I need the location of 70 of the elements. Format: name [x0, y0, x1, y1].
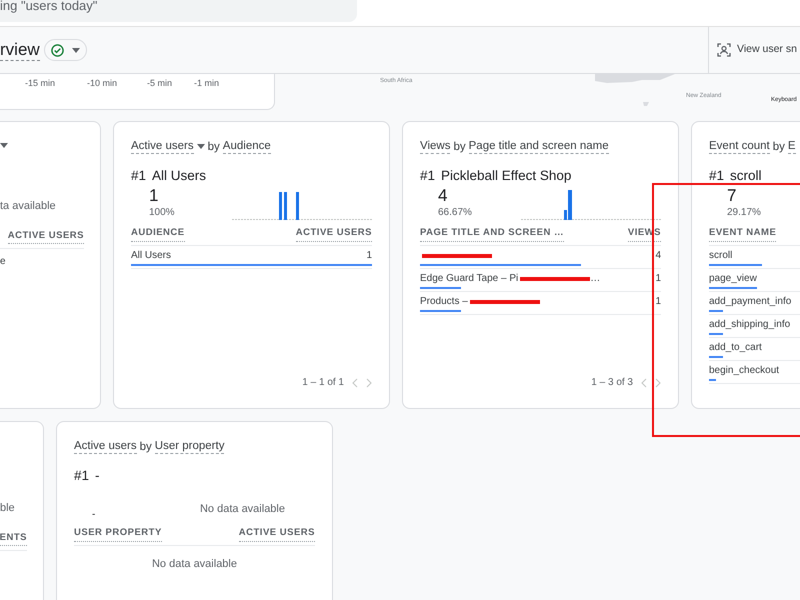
time-axis-label: -15 min	[25, 78, 56, 88]
rank-label: #1	[131, 167, 146, 185]
search-field[interactable]: ing "users today"	[0, 0, 357, 22]
row-label: add_payment_info	[709, 296, 792, 308]
rank-label: #1	[420, 167, 436, 185]
row-label: All Users	[131, 250, 172, 262]
time-axis-label: -10 min	[87, 78, 118, 88]
top-item-value: -	[92, 510, 96, 520]
status-chip[interactable]	[44, 39, 87, 61]
row-label: add_shipping_info	[709, 318, 790, 330]
dimension-label[interactable]: User property	[154, 439, 224, 454]
row-label: add_to_cart	[709, 342, 762, 354]
row-label: e	[0, 254, 7, 269]
next-page-icon[interactable]	[366, 378, 372, 388]
column-header[interactable]: EVENT NAME	[709, 226, 776, 242]
column-header[interactable]: PAGE TITLE AND SCREEN …	[420, 226, 564, 242]
row-value: 1	[655, 272, 661, 284]
metric-label[interactable]: Active users	[74, 439, 137, 454]
pagination-label: 1 – 3 of 3	[591, 376, 633, 390]
top-item-name: scroll	[730, 167, 762, 185]
top-item-name: Pickleball Effect Shop	[441, 167, 572, 185]
title-connector: by	[772, 140, 785, 154]
rank-label: #1	[709, 167, 724, 185]
column-header[interactable]: AUDIENCE	[131, 226, 185, 242]
share-percent: 66.67%	[438, 206, 472, 220]
rank-label: #1	[74, 467, 90, 485]
row-label: page_view	[709, 272, 757, 284]
column-header[interactable]: ACTIVE USERS	[238, 526, 315, 542]
view-user-snapshot-button[interactable]: View user sn	[708, 27, 800, 73]
no-data-message: No data available	[150, 556, 238, 572]
column-header[interactable]: ACTIVE USERS	[296, 226, 372, 242]
row-label: scroll	[709, 250, 732, 262]
row-value: 1	[366, 250, 372, 262]
no-data-message: ble	[0, 501, 16, 516]
column-header[interactable]: USER PROPERTY	[74, 526, 162, 542]
metric-label[interactable]: Active users	[131, 139, 194, 154]
dimension-label[interactable]: E	[788, 139, 796, 154]
top-item-value: 1	[149, 187, 160, 206]
user-frame-icon	[717, 43, 731, 57]
page-title: rview	[0, 40, 40, 60]
time-axis-label: -5 min	[147, 78, 172, 88]
metric-label[interactable]: Views	[420, 139, 450, 154]
no-data-message: No data available	[200, 502, 285, 517]
metric-label[interactable]: Event count	[709, 139, 770, 154]
previous-page-icon[interactable]	[352, 378, 358, 388]
pagination-label: 1 – 1 of 1	[302, 376, 344, 390]
no-data-message: ta available	[0, 199, 57, 214]
title-connector: by	[140, 440, 152, 454]
row-label: Products –	[420, 296, 468, 308]
title-connector: by	[453, 140, 466, 154]
column-header[interactable]: ENTS	[0, 530, 27, 546]
title-connector: by	[208, 140, 220, 154]
share-percent: 100%	[149, 206, 175, 220]
row-value: 1	[655, 296, 661, 308]
dimension-label[interactable]: Audience	[222, 139, 271, 154]
row-value: 4	[655, 250, 661, 262]
next-page-icon[interactable]	[655, 378, 661, 388]
top-item-name: -	[95, 467, 100, 485]
top-item-value: 4	[438, 187, 448, 206]
time-axis-label: -1 min	[194, 78, 220, 88]
dimension-label[interactable]: Page title and screen name	[468, 139, 609, 154]
ellipsis: …	[590, 272, 600, 284]
row-label: Edge Guard Tape – Pi	[420, 272, 518, 284]
top-item-value: 7	[727, 187, 738, 206]
top-item-name: All Users	[152, 167, 206, 185]
column-header[interactable]: ACTIVE USERS	[8, 228, 84, 244]
row-label: begin_checkout	[709, 364, 780, 376]
share-percent: 29.17%	[727, 206, 761, 220]
previous-page-icon[interactable]	[641, 378, 647, 388]
caret-icon	[72, 48, 80, 52]
